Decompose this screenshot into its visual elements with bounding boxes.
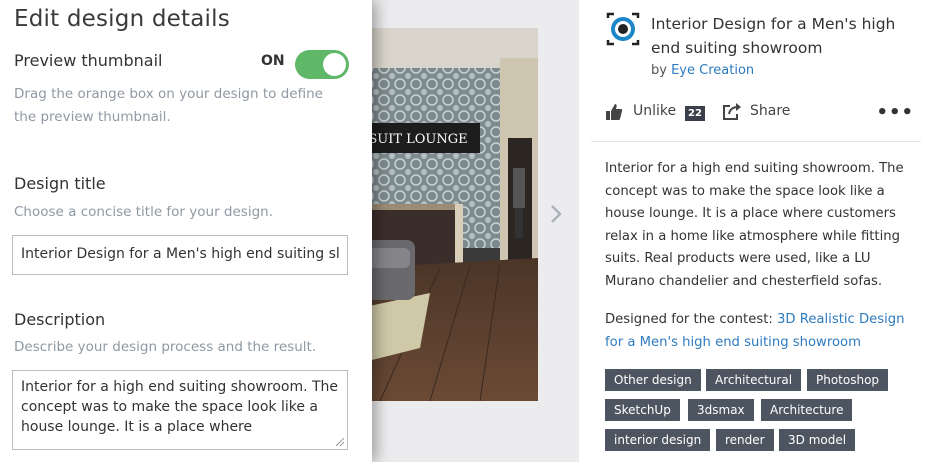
description-help: Describe your design process and the res… bbox=[14, 339, 317, 355]
preview-thumbnail-row: Preview thumbnail ON bbox=[14, 50, 354, 79]
preview-help-text: Drag the orange box on your design to de… bbox=[14, 86, 323, 125]
by-prefix: by bbox=[651, 63, 667, 78]
description-text: Interior for a high end suiting showroom… bbox=[21, 379, 339, 435]
description-label: Description bbox=[14, 310, 106, 329]
panel-title: Edit design details bbox=[14, 6, 230, 32]
author-link[interactable]: Eye Creation bbox=[671, 63, 754, 78]
preview-thumbnail-label: Preview thumbnail bbox=[14, 51, 163, 70]
toggle-knob bbox=[323, 53, 346, 76]
share-icon[interactable] bbox=[722, 102, 742, 121]
share-button[interactable]: Share bbox=[750, 103, 790, 119]
design-title-label: Design title bbox=[14, 174, 106, 193]
action-bar: Unlike 22 Share ••• bbox=[605, 100, 917, 126]
design-title: Interior Design for a Men's high end sui… bbox=[651, 15, 896, 57]
divider bbox=[591, 141, 921, 142]
author-byline: by Eye Creation bbox=[651, 63, 754, 78]
preview-thumbnail-toggle[interactable] bbox=[295, 50, 349, 79]
sign-text: SUIT LOUNGE bbox=[368, 132, 467, 147]
thumbs-up-icon[interactable] bbox=[605, 103, 623, 121]
tag-other-design[interactable]: Other design bbox=[605, 369, 701, 391]
tag-render[interactable]: render bbox=[716, 429, 774, 451]
tag-sketchup[interactable]: SketchUp bbox=[605, 399, 680, 421]
design-title-help: Choose a concise title for your design. bbox=[14, 204, 273, 220]
next-image-chevron-icon[interactable] bbox=[548, 203, 564, 225]
tag-photoshop[interactable]: Photoshop bbox=[807, 369, 889, 391]
like-count-badge: 22 bbox=[685, 106, 705, 121]
toggle-state-label: ON bbox=[261, 53, 285, 69]
unlike-button[interactable]: Unlike bbox=[633, 103, 676, 119]
tag-3dsmax[interactable]: 3dsmax bbox=[688, 399, 754, 421]
design-title-input[interactable]: Interior Design for a Men's high end sui… bbox=[12, 235, 348, 275]
resize-grip-icon[interactable] bbox=[336, 438, 344, 446]
tag-interior-design[interactable]: interior design bbox=[605, 429, 711, 451]
description-textarea[interactable]: Interior for a high end suiting showroom… bbox=[12, 370, 348, 450]
design-render-image: SUIT LOUNGE bbox=[360, 28, 538, 401]
contest-prefix: Designed for the contest: bbox=[605, 312, 773, 327]
more-options-button[interactable]: ••• bbox=[876, 102, 914, 123]
tag-architectural[interactable]: Architectural bbox=[706, 369, 802, 391]
edit-design-panel: Edit design details Preview thumbnail ON… bbox=[0, 0, 372, 462]
eye-creation-logo-icon bbox=[606, 12, 640, 46]
contest-info: Designed for the contest: 3D Realistic D… bbox=[605, 309, 913, 354]
design-description: Interior for a high end suiting showroom… bbox=[605, 161, 904, 289]
tag-architecture[interactable]: Architecture bbox=[761, 399, 853, 421]
design-info-panel: Interior Design for a Men's high end sui… bbox=[579, 0, 930, 462]
tag-3d-model[interactable]: 3D model bbox=[779, 429, 856, 451]
